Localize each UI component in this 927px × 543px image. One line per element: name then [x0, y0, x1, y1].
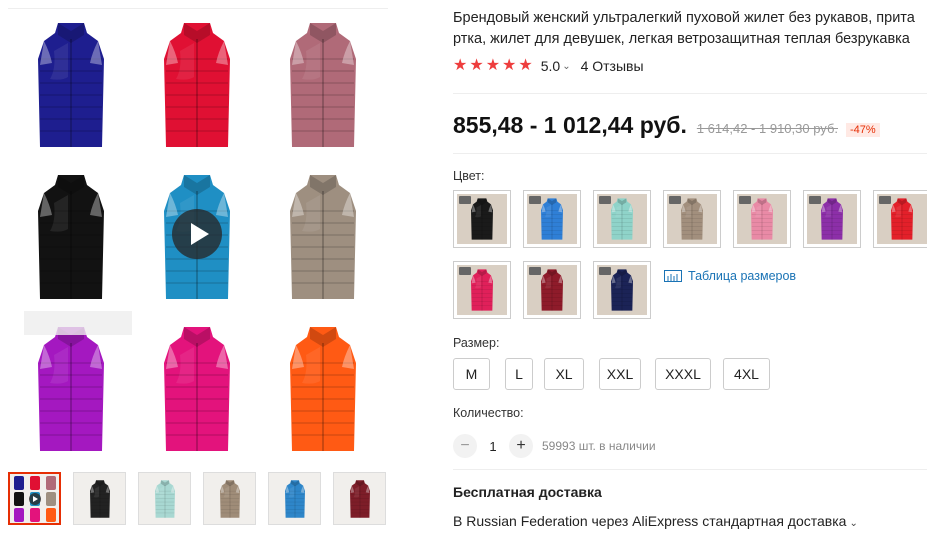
size-option-l[interactable]: L — [505, 358, 533, 390]
size-option-xxl[interactable]: XXL — [599, 358, 641, 390]
rating-row: ★ ★ ★ ★ ★ 5.0 ⌄ 4 Отзывы — [453, 58, 644, 75]
star-rating: ★ ★ ★ ★ ★ — [453, 58, 533, 74]
chevron-down-icon: ⌄ — [849, 518, 858, 529]
star-icon: ★ — [469, 57, 484, 74]
size-option-4xl[interactable]: 4XL — [723, 358, 770, 390]
color-swatch-rose[interactable] — [453, 261, 511, 319]
star-icon: ★ — [485, 57, 501, 74]
thumbnail-image[interactable] — [203, 472, 256, 525]
size-label: Размер: — [453, 336, 500, 350]
shipping-title: Бесплатная доставка — [453, 484, 602, 500]
color-swatch-khaki[interactable] — [663, 190, 721, 248]
divider — [453, 469, 927, 470]
size-chart-label: Таблица размеров — [688, 269, 797, 283]
decrease-quantity-button[interactable]: − — [453, 434, 477, 458]
size-chart-link[interactable]: Таблица размеров — [664, 269, 796, 283]
product-info: Брендовый женский ультралегкий пуховой ж… — [453, 0, 927, 543]
color-swatch-black[interactable] — [453, 190, 511, 248]
thumbnail-image[interactable] — [8, 472, 61, 525]
vest-image — [260, 9, 386, 160]
color-swatch-pink[interactable] — [733, 190, 791, 248]
current-price: 855,48 - 1 012,44 руб. — [453, 112, 687, 138]
star-icon: ★ — [453, 57, 468, 74]
divider — [453, 153, 927, 154]
color-swatch-red[interactable] — [873, 190, 927, 248]
play-icon — [190, 223, 209, 245]
vest-image — [260, 161, 386, 312]
increase-quantity-button[interactable]: + — [509, 434, 533, 458]
product-title-line: ртка, жилет для девушек, легкая ветрозащ… — [453, 31, 910, 47]
quantity-input[interactable] — [477, 438, 509, 454]
price-row: 855,48 - 1 012,44 руб. 1 614,42 - 1 910,… — [453, 112, 880, 139]
star-icon: ★ — [502, 57, 517, 74]
old-price: 1 614,42 - 1 910,30 руб. — [696, 121, 839, 136]
star-icon: ★ — [518, 57, 533, 74]
product-title: Брендовый женский ультралегкий пуховой ж… — [453, 8, 927, 50]
color-label: Цвет: — [453, 169, 485, 183]
vest-image — [8, 161, 134, 312]
divider — [453, 93, 927, 94]
vest-image — [134, 313, 260, 464]
discount-badge: -47% — [846, 123, 880, 137]
stock-count: 59993 шт. в наличии — [542, 439, 656, 453]
size-option-m[interactable]: M — [453, 358, 490, 390]
play-video-button[interactable] — [172, 209, 222, 259]
shipping-method-selector[interactable]: В Russian Federation через AliExpress ст… — [453, 513, 858, 529]
thumbnail-image[interactable] — [268, 472, 321, 525]
color-swatch-blue[interactable] — [523, 190, 581, 248]
thumbnail-strip — [8, 472, 386, 525]
chevron-down-icon[interactable]: ⌄ — [562, 61, 570, 72]
quantity-stepper: − + 59993 шт. в наличии — [453, 434, 656, 458]
ruler-icon — [664, 270, 682, 282]
color-swatch-navy[interactable] — [593, 261, 651, 319]
product-title-line: Брендовый женский ультралегкий пуховой ж… — [453, 10, 915, 26]
size-option-xxxl[interactable]: XXXL — [655, 358, 711, 390]
product-gallery — [0, 0, 390, 543]
thumbnail-image[interactable] — [73, 472, 126, 525]
color-swatch-wine[interactable] — [523, 261, 581, 319]
color-swatch-mint[interactable] — [593, 190, 651, 248]
quantity-label: Количество: — [453, 406, 524, 420]
thumbnail-image[interactable] — [333, 472, 386, 525]
rating-score[interactable]: 5.0 — [541, 58, 560, 74]
thumbnail-image[interactable] — [138, 472, 191, 525]
vest-image — [8, 9, 134, 160]
reviews-link[interactable]: 4 Отзывы — [581, 58, 644, 74]
size-option-xl[interactable]: XL — [544, 358, 584, 390]
vest-image — [260, 313, 386, 464]
color-swatch-purple[interactable] — [803, 190, 861, 248]
vest-image — [8, 313, 134, 464]
shipping-info: В Russian Federation через AliExpress ст… — [453, 513, 847, 529]
main-product-image[interactable] — [8, 8, 388, 463]
image-overlay-bar — [24, 311, 132, 335]
vest-image — [134, 9, 260, 160]
